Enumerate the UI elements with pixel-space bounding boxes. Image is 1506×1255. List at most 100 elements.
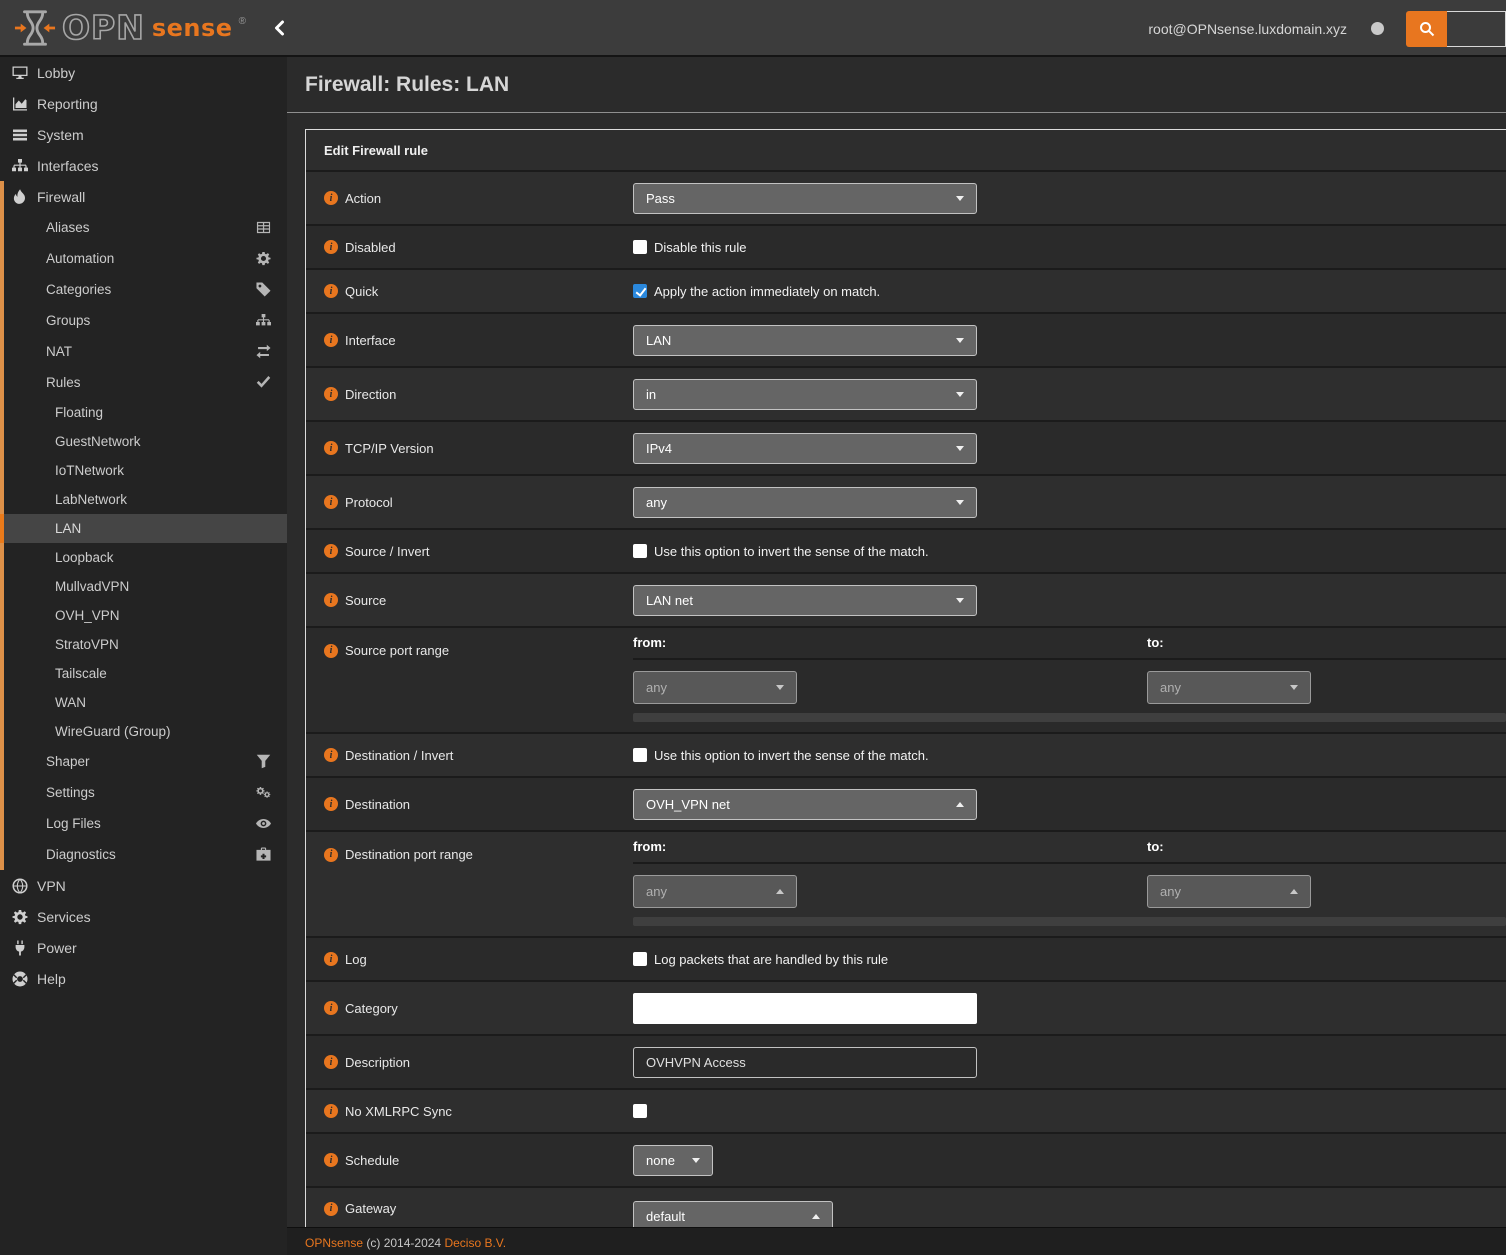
sidebar-item-diagnostics[interactable]: Diagnostics	[0, 839, 287, 870]
disabled-checkbox[interactable]	[633, 240, 647, 254]
no-xmlrpc-sync-checkbox[interactable]	[633, 1104, 647, 1118]
destination-invert-checkbox[interactable]	[633, 748, 647, 762]
opnsense-logo[interactable]: OPNsense®	[14, 8, 246, 48]
gateway-select[interactable]: default	[633, 1201, 833, 1227]
field-control-quick: Apply the action immediately on match.	[633, 284, 1506, 299]
interface-select[interactable]: LAN	[633, 325, 977, 356]
sidebar-item-help[interactable]: Help	[0, 963, 287, 994]
sidebar-item-label: Loopback	[55, 550, 114, 565]
brand-opn: OPN	[62, 8, 145, 47]
direction-select[interactable]: in	[633, 379, 977, 410]
sidebar-item-automation[interactable]: Automation	[0, 243, 287, 274]
schedule-select[interactable]: none	[633, 1145, 713, 1176]
sidebar-item-groups[interactable]: Groups	[0, 305, 287, 336]
sidebar-item-interfaces[interactable]: Interfaces	[0, 150, 287, 181]
sidebar-item-vpn[interactable]: VPN	[0, 870, 287, 901]
select-value: Pass	[646, 191, 956, 206]
sidebar-item-nat[interactable]: NAT	[0, 336, 287, 367]
field-label-schedule: iSchedule	[306, 1153, 633, 1168]
search-button[interactable]	[1406, 11, 1447, 47]
edit-firewall-rule-panel: Edit Firewall rule iActionPassiDisabledD…	[305, 129, 1506, 1227]
disabled-checkbox-label: Disable this rule	[654, 240, 747, 255]
sidebar-item-services[interactable]: Services	[0, 901, 287, 932]
info-icon[interactable]: i	[324, 797, 338, 811]
sidebar-item-system[interactable]: System	[0, 119, 287, 150]
info-icon[interactable]: i	[324, 544, 338, 558]
deciso-footer-link[interactable]: Deciso B.V.	[444, 1236, 506, 1250]
sidebar-item-settings[interactable]: Settings	[0, 777, 287, 808]
field-label-log: iLog	[306, 952, 633, 967]
sidebar-item-mullvadvpn[interactable]: MullvadVPN	[0, 572, 287, 601]
sidebar-item-power[interactable]: Power	[0, 932, 287, 963]
form-row-description: iDescription	[306, 1036, 1506, 1090]
source-select[interactable]: LAN net	[633, 585, 977, 616]
info-icon[interactable]: i	[324, 441, 338, 455]
info-icon[interactable]: i	[324, 284, 338, 298]
opnsense-footer-link[interactable]: OPNsense	[305, 1236, 363, 1250]
info-icon[interactable]: i	[324, 240, 338, 254]
protocol-select[interactable]: any	[633, 487, 977, 518]
info-icon[interactable]: i	[324, 1202, 338, 1216]
info-icon[interactable]: i	[324, 495, 338, 509]
info-icon[interactable]: i	[324, 593, 338, 607]
sidebar-item-aliases[interactable]: Aliases	[0, 212, 287, 243]
collapse-sidebar-button[interactable]	[272, 20, 288, 36]
info-icon[interactable]: i	[324, 333, 338, 347]
eye-icon	[256, 816, 271, 831]
sidebar-item-reporting[interactable]: Reporting	[0, 88, 287, 119]
chevron-up-icon	[812, 1214, 820, 1219]
chevron-down-icon	[956, 500, 964, 505]
info-icon[interactable]: i	[324, 191, 338, 205]
field-control-description	[633, 1047, 1506, 1078]
info-icon[interactable]: i	[324, 1001, 338, 1015]
form-row-gateway: iGatewaydefault	[306, 1188, 1506, 1227]
sidebar-item-categories[interactable]: Categories	[0, 274, 287, 305]
category-input[interactable]	[633, 993, 977, 1024]
horizontal-scrollbar[interactable]	[633, 713, 1506, 722]
field-label-direction: iDirection	[306, 387, 633, 402]
info-icon[interactable]: i	[324, 1104, 338, 1118]
source-port-range-to-select[interactable]: any	[1147, 671, 1311, 704]
tcp-ip-version-select[interactable]: IPv4	[633, 433, 977, 464]
horizontal-scrollbar[interactable]	[633, 917, 1506, 926]
info-icon[interactable]: i	[324, 748, 338, 762]
info-icon[interactable]: i	[324, 1153, 338, 1167]
sidebar-item-rules[interactable]: Rules	[0, 367, 287, 398]
action-select[interactable]: Pass	[633, 183, 977, 214]
sidebar-item-guestnetwork[interactable]: GuestNetwork	[0, 427, 287, 456]
source-port-range-header-row: from:to:	[633, 628, 1506, 660]
sidebar-item-label: Shaper	[46, 754, 90, 769]
info-icon[interactable]: i	[324, 952, 338, 966]
log-checkbox[interactable]	[633, 952, 647, 966]
sidebar-item-wireguard-group[interactable]: WireGuard (Group)	[0, 717, 287, 746]
description-input[interactable]	[633, 1047, 977, 1078]
info-icon[interactable]: i	[324, 848, 338, 862]
info-icon[interactable]: i	[324, 387, 338, 401]
sidebar-item-floating[interactable]: Floating	[0, 398, 287, 427]
source-invert-checkbox[interactable]	[633, 544, 647, 558]
sidebar-item-loopback[interactable]: Loopback	[0, 543, 287, 572]
sidebar-item-lan[interactable]: LAN	[0, 514, 287, 543]
destination-select[interactable]: OVH_VPN net	[633, 789, 977, 820]
search-input[interactable]	[1447, 11, 1506, 47]
sidebar-item-log-files[interactable]: Log Files	[0, 808, 287, 839]
sidebar-item-iotnetwork[interactable]: IoTNetwork	[0, 456, 287, 485]
sidebar-item-lobby[interactable]: Lobby	[0, 57, 287, 88]
destination-port-range-to-select[interactable]: any	[1147, 875, 1311, 908]
source-port-range-from-select[interactable]: any	[633, 671, 797, 704]
sidebar-item-wan[interactable]: WAN	[0, 688, 287, 717]
sidebar-item-shaper[interactable]: Shaper	[0, 746, 287, 777]
quick-checkbox[interactable]	[633, 284, 647, 298]
sidebar-item-tailscale[interactable]: Tailscale	[0, 659, 287, 688]
page-header: Firewall: Rules: LAN	[287, 57, 1506, 113]
sidebar-item-stratovpn[interactable]: StratoVPN	[0, 630, 287, 659]
sidebar-item-label: IoTNetwork	[55, 463, 124, 478]
destination-port-range-from-select[interactable]: any	[633, 875, 797, 908]
info-icon[interactable]: i	[324, 644, 338, 658]
sidebar-item-ovh-vpn[interactable]: OVH_VPN	[0, 601, 287, 630]
sidebar-item-labnetwork[interactable]: LabNetwork	[0, 485, 287, 514]
sidebar-item-label: Help	[37, 971, 66, 987]
sidebar-item-firewall[interactable]: Firewall	[0, 181, 287, 212]
info-icon[interactable]: i	[324, 1055, 338, 1069]
logged-in-user: root@OPNsense.luxdomain.xyz	[1148, 21, 1347, 37]
